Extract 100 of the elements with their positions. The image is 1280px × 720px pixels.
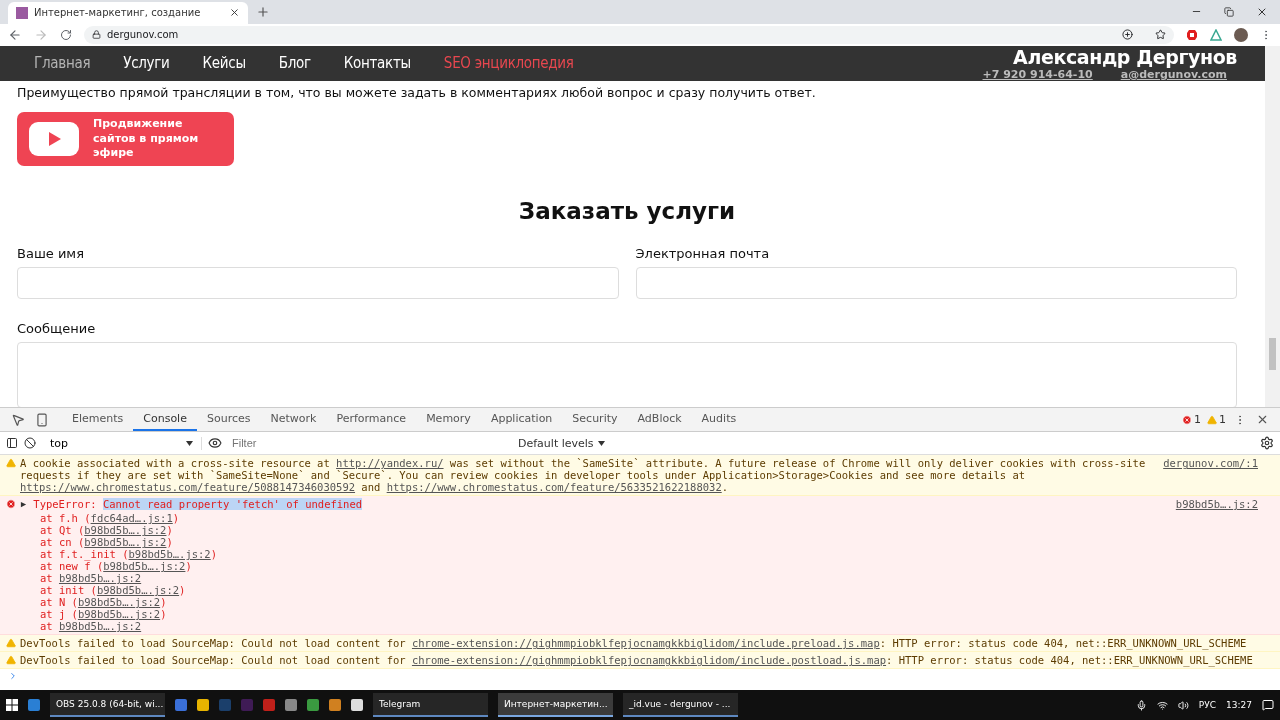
app-icon[interactable]: [263, 699, 275, 711]
input-field[interactable]: [17, 266, 619, 299]
console-link[interactable]: fdc64ad….js:1: [90, 512, 173, 525]
close-icon: [229, 7, 240, 19]
error-message: TypeError: Cannot read property 'fetch' of undefined: [20, 498, 1172, 513]
warning-icon: [1207, 414, 1217, 425]
nav-link[interactable]: Главная: [34, 54, 91, 73]
devtools-tab[interactable]: Application: [480, 408, 563, 432]
context-select[interactable]: top: [42, 436, 202, 450]
play-icon: [29, 121, 79, 156]
windows-icon[interactable]: [6, 699, 18, 711]
close-icon: [1256, 6, 1268, 18]
warning-icon: [6, 638, 16, 649]
device-icon: [35, 412, 49, 427]
app-icon[interactable]: [351, 699, 363, 711]
source-link[interactable]: dergunov.com/:1: [1163, 457, 1258, 470]
app-icon[interactable]: [175, 699, 187, 711]
stack-trace-line: at b98bd5b….js:2: [39, 572, 143, 585]
wifi-icon: [1156, 699, 1168, 711]
console-link[interactable]: b98bd5b….js:2: [84, 536, 167, 549]
taskbar-app[interactable]: Интернет-маркетин...: [498, 693, 613, 717]
console-link[interactable]: b98bd5b….js:2: [58, 620, 142, 633]
devtools-tab[interactable]: Sources: [196, 408, 261, 432]
warning-icon: [6, 655, 16, 666]
levels-dropdown[interactable]: Default levels: [512, 435, 611, 451]
email-link[interactable]: a@dergunov.com: [1120, 67, 1227, 81]
source-link[interactable]: b98bd5b….js:2: [1175, 498, 1258, 511]
paragraph: Преимущество прямой трансляции в том, что вы можете задать в комментариях любой вопрос и сразу получить ответ.: [17, 84, 817, 100]
language-indicator[interactable]: РУС: [1198, 700, 1217, 710]
devtools-tab[interactable]: Console: [133, 408, 197, 432]
stack-trace-line: at N (b98bd5b….js:2): [39, 596, 168, 609]
editor-icon[interactable]: [28, 699, 40, 711]
stack-trace-line: at init (b98bd5b….js:2): [39, 584, 187, 597]
message-field[interactable]: [17, 341, 1237, 408]
volume-icon: [1177, 699, 1189, 711]
field-label: Сообщение: [17, 320, 97, 336]
devtools-tab[interactable]: Audits: [691, 408, 747, 432]
lock-icon: [92, 30, 101, 40]
nav-link[interactable]: Блог: [278, 54, 311, 73]
expand-arrow-icon[interactable]: [20, 501, 27, 509]
prompt-icon: [8, 671, 18, 682]
taskbar-app[interactable]: _id.vue - dergunov - ...: [623, 693, 738, 717]
restore-icon: [1224, 7, 1234, 17]
console-link[interactable]: b98bd5b….js:2: [58, 572, 142, 585]
input-field[interactable]: [635, 266, 1237, 299]
live-stream-button[interactable]: Продвижение сайтов в прямом эфире: [17, 111, 234, 166]
nav-link[interactable]: Кейсы: [202, 54, 246, 73]
console-link[interactable]: b98bd5b….js:2: [84, 524, 167, 537]
clear-icon: [24, 437, 36, 450]
devtools-tab[interactable]: AdBlock: [627, 408, 692, 432]
stack-trace-line: at j (b98bd5b….js:2): [39, 608, 168, 621]
stack-trace-line: at new f (b98bd5b….js:2): [39, 560, 193, 573]
app-icon[interactable]: [329, 699, 341, 711]
stack-trace-line: at cn (b98bd5b….js:2): [39, 536, 174, 549]
triangle-icon[interactable]: [1210, 28, 1222, 41]
devtools-tab[interactable]: Performance: [326, 408, 417, 432]
browser-tab[interactable]: Интернет-маркетинг, создание: [8, 1, 248, 24]
add-icon: [1122, 29, 1133, 41]
console-message: DevTools failed to load SourceMap: Could not load content for chrome-extension://gighmmpiobklfepjocnamgkkbiglidom/include.preload.js.map: HTTP error: status code 404, net::ERR_UNKNOWN_URL_SCHEME: [20, 637, 1248, 650]
console-link[interactable]: http://yandex.ru/: [336, 457, 444, 470]
error-icon: [6, 499, 16, 510]
avatar[interactable]: [1234, 27, 1248, 42]
console-link[interactable]: https://www.chromestatus.com/feature/5633521622188032: [386, 481, 722, 494]
warning-icon: [6, 458, 16, 469]
field-label: Электронная почта: [635, 245, 771, 261]
stack-trace-line: at b98bd5b….js:2: [39, 620, 143, 633]
address-bar[interactable]: dergunov.com: [84, 25, 1174, 44]
console-message: DevTools failed to load SourceMap: Could not load content for chrome-extension://gighmmpiobklfepjocnamgkkbiglidom/include.postload.js.map: HTTP error: status code 404, net::ERR_UNKNOWN_URL_SCHEME: [20, 654, 1254, 667]
caret-icon: [597, 440, 605, 446]
stack-trace-line: at f.t._init (b98bd5b….js:2): [39, 548, 219, 561]
error-count: 1: [1194, 413, 1201, 427]
devtools-tab[interactable]: Security: [562, 408, 628, 432]
console-link[interactable]: https://www.chromestatus.com/feature/5088147346030592: [20, 481, 356, 494]
phone-link[interactable]: +7 920 914-64-10: [982, 67, 1093, 81]
devtools-tab[interactable]: Elements: [62, 408, 134, 432]
microphone-icon: [1135, 699, 1147, 711]
taskbar-app[interactable]: OBS 25.0.8 (64-bit, wi...: [50, 693, 165, 717]
console-link[interactable]: chrome-extension://gighmmpiobklfepjocnamgkkbiglidom/include.postload.js.map: [411, 654, 887, 667]
app-icon[interactable]: [285, 699, 297, 711]
caret-icon: [186, 440, 193, 446]
warning-count: 1: [1219, 413, 1226, 427]
shield-icon[interactable]: [1186, 28, 1198, 41]
app-icon[interactable]: [307, 699, 319, 711]
console-link[interactable]: b98bd5b….js:2: [96, 584, 180, 597]
reload-icon: [60, 28, 72, 41]
devtools-tab[interactable]: Network: [260, 408, 327, 432]
console-link[interactable]: b98bd5b….js:2: [128, 548, 211, 561]
nav-link[interactable]: Услуги: [123, 54, 170, 73]
app-icon[interactable]: [197, 699, 209, 711]
console-link[interactable]: b98bd5b….js:2: [77, 596, 161, 609]
console-link[interactable]: b98bd5b….js:2: [103, 560, 186, 573]
scrollbar[interactable]: [1265, 45, 1280, 408]
nav-link[interactable]: Контакты: [343, 54, 411, 73]
console-link[interactable]: chrome-extension://gighmmpiobklfepjocnamgkkbiglidom/include.preload.js.map: [411, 637, 880, 650]
site-title: Александр Дергунов: [1013, 45, 1237, 68]
console-link[interactable]: b98bd5b….js:2: [77, 608, 161, 621]
devtools-tab[interactable]: Memory: [416, 408, 481, 432]
clock[interactable]: 13:27: [1226, 700, 1252, 710]
taskbar-app[interactable]: Telegram: [373, 693, 488, 717]
inspect-icon: [11, 412, 25, 427]
